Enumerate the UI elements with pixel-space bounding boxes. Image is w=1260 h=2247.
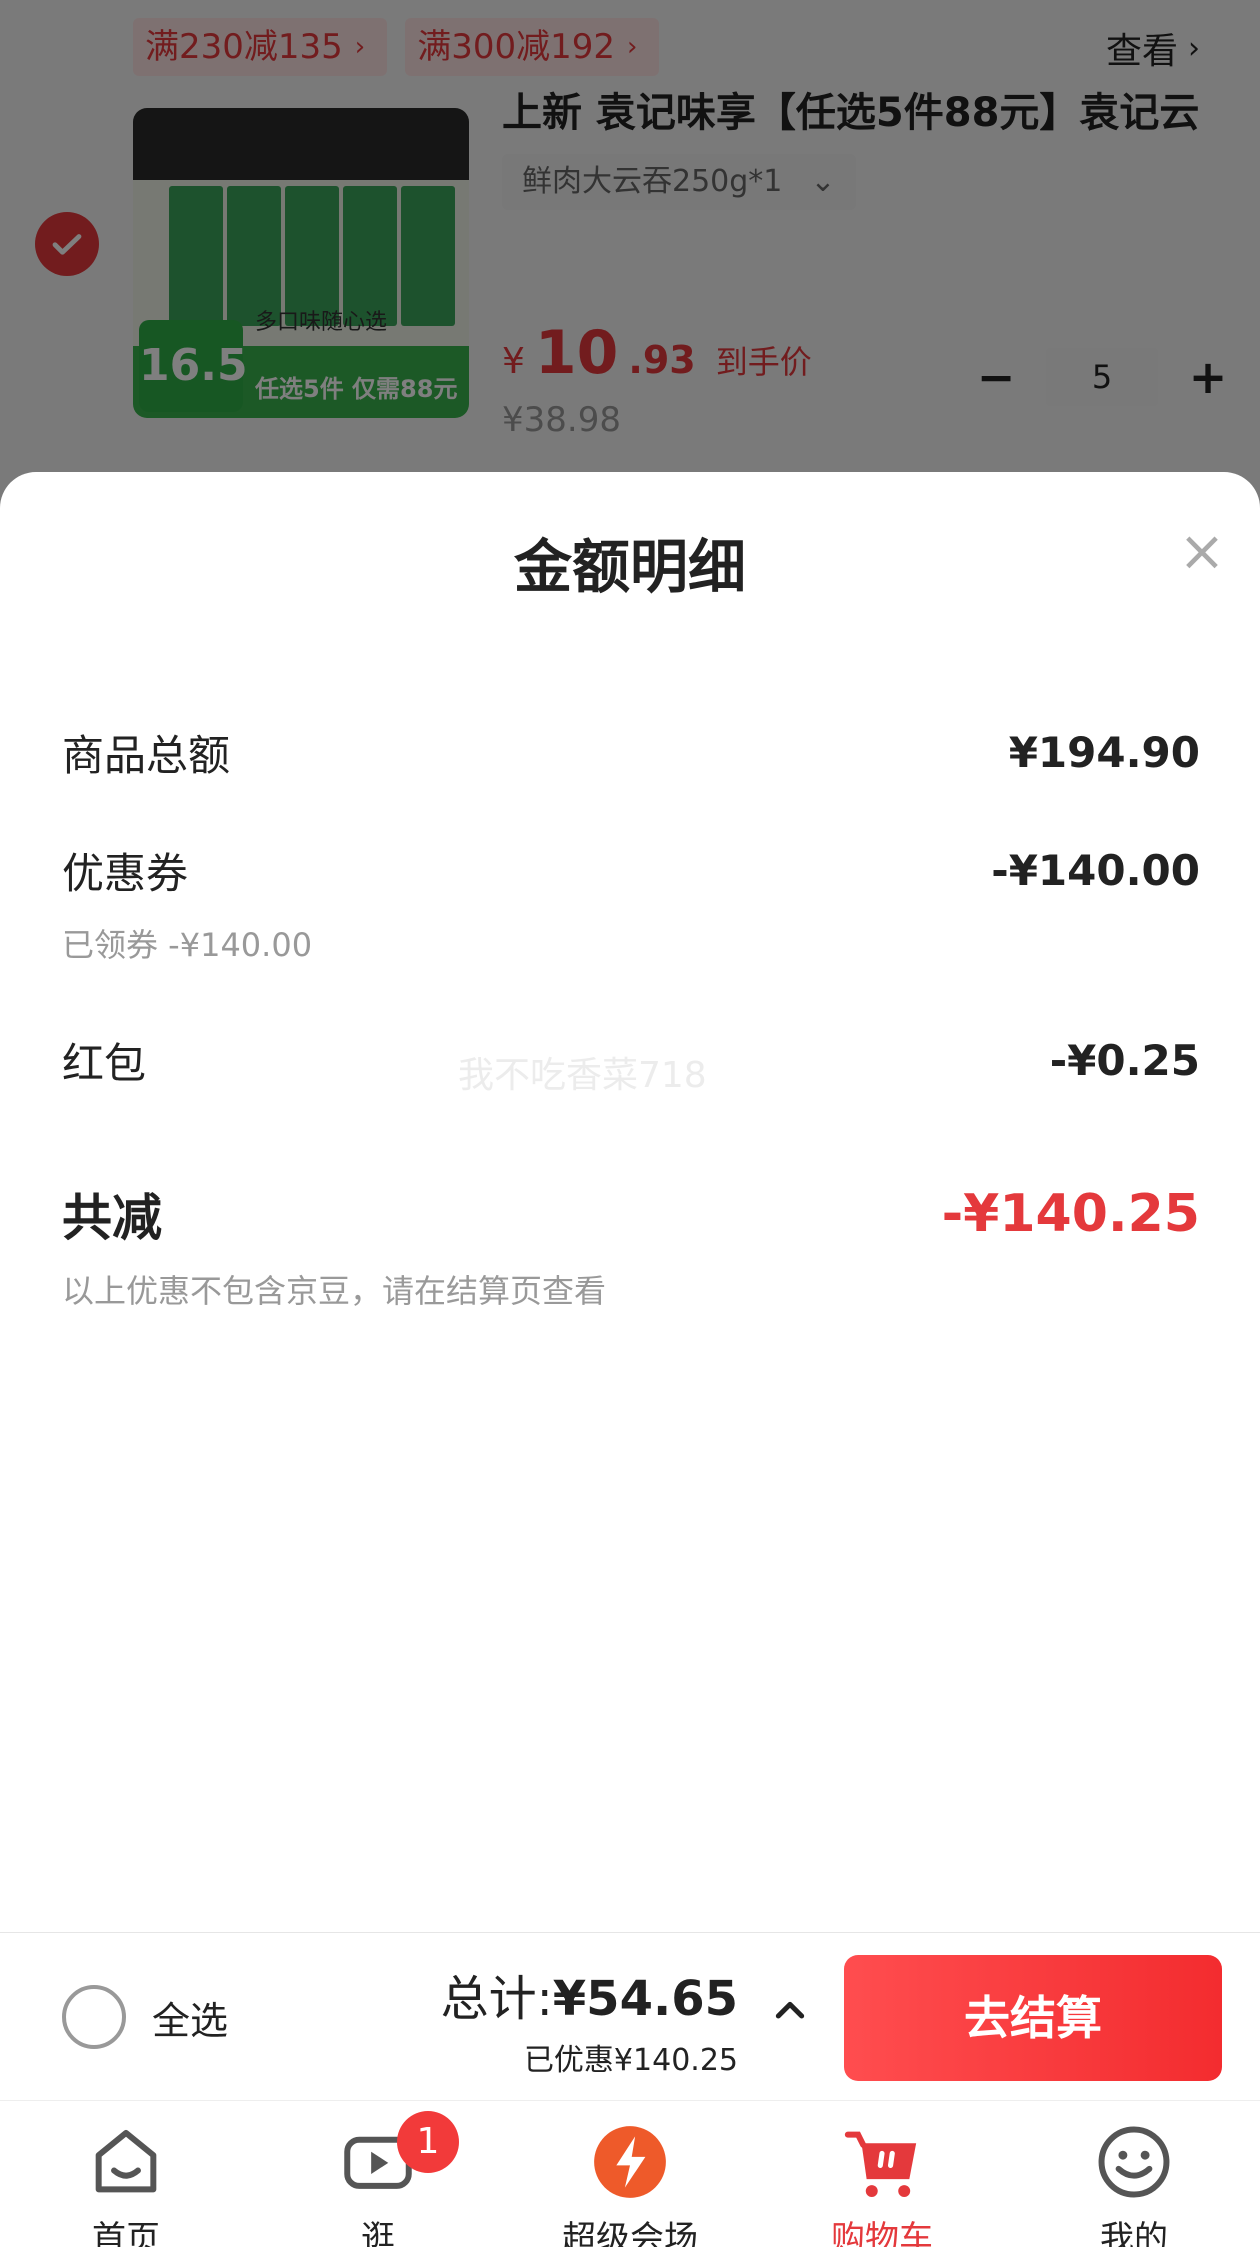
total-reduction-label: 共减 — [62, 1189, 162, 1247]
checkout-button[interactable]: 去结算 — [844, 1955, 1222, 2081]
goods-total-label: 商品总额 — [62, 731, 231, 780]
goods-total-row: 商品总额 ¥194.90 — [62, 722, 1200, 783]
total-prefix: 总计: — [440, 1971, 553, 2027]
tab-super-venue-label: 超级会场 — [562, 2219, 698, 2247]
order-summary[interactable]: 总计:¥54.65 已优惠¥140.25 — [441, 1959, 738, 2079]
tab-super-venue[interactable]: 超级会场 — [504, 2101, 756, 2247]
close-icon[interactable]: × — [1178, 524, 1226, 580]
smiley-icon — [1093, 2121, 1175, 2203]
tab-browse-label: 逛 — [361, 2219, 395, 2247]
select-all-checkbox[interactable] — [62, 1985, 126, 2049]
chevron-up-icon[interactable] — [770, 1991, 810, 2031]
checkout-bar: 全选 总计:¥54.65 已优惠¥140.25 去结算 — [0, 1932, 1260, 2100]
select-all[interactable]: 全选 — [62, 1985, 228, 2049]
sheet-title: 金额明细 — [513, 533, 746, 601]
video-play-icon: 1 — [337, 2111, 459, 2203]
select-all-label: 全选 — [152, 1998, 229, 2043]
tab-mine[interactable]: 我的 — [1008, 2101, 1260, 2247]
tab-cart[interactable]: 购物车 — [756, 2101, 1008, 2247]
watermark: 我不吃香菜718 — [458, 1055, 707, 1096]
tab-cart-label: 购物车 — [831, 2219, 933, 2247]
red-packet-amount: -¥0.25 — [1049, 1036, 1200, 1085]
red-packet-label: 红包 — [62, 1039, 147, 1088]
coupon-amount: -¥140.00 — [991, 846, 1200, 895]
coupon-claimed-note: 已领券 -¥140.00 — [62, 926, 313, 964]
tab-browse[interactable]: 1 逛 — [252, 2101, 504, 2247]
notification-badge: 1 — [397, 2111, 459, 2173]
total-value: ¥54.65 — [552, 1971, 738, 2027]
goods-total-amount: ¥194.90 — [1008, 728, 1200, 777]
total-reduction-row: 共减 -¥140.25 — [62, 1178, 1200, 1250]
saved-amount: 已优惠¥140.25 — [523, 2043, 738, 2078]
super-venue-icon — [589, 2121, 671, 2203]
bottom-tab-bar: 首页 1 逛 超级会场 购物车 我的 — [0, 2100, 1260, 2247]
total-reduction-amount: -¥140.25 — [941, 1184, 1200, 1244]
coupon-row: 优惠券 -¥140.00 — [62, 840, 1200, 901]
tab-home[interactable]: 首页 — [0, 2101, 252, 2247]
cart-icon — [841, 2121, 923, 2203]
tab-home-label: 首页 — [92, 2219, 160, 2247]
home-icon — [85, 2121, 167, 2203]
tab-mine-label: 我的 — [1100, 2219, 1168, 2247]
coupon-label: 优惠券 — [62, 849, 189, 898]
amount-detail-sheet: 金额明细 × 商品总额 ¥194.90 优惠券 -¥140.00 已领券 -¥1… — [0, 472, 1260, 1932]
discount-note: 以上优惠不包含京豆，请在结算页查看 — [62, 1272, 607, 1310]
